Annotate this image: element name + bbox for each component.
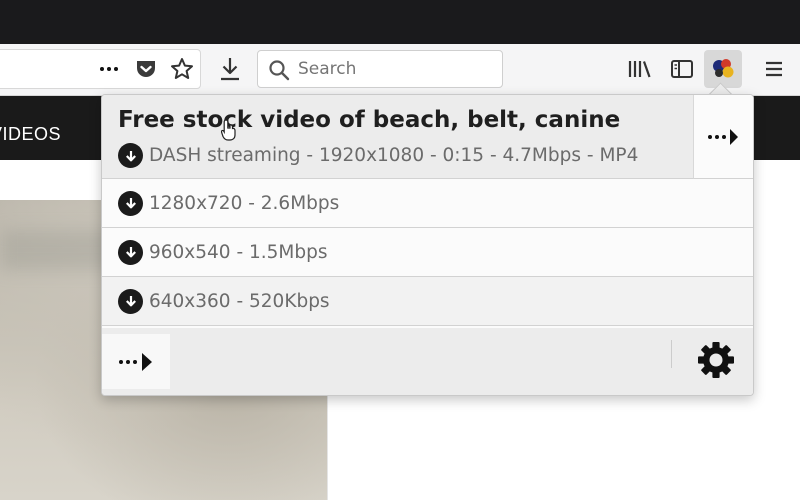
variant-label: 960x540 - 1.5Mbps <box>149 241 328 263</box>
library-icon[interactable] <box>626 56 654 82</box>
settings-gear-icon[interactable] <box>696 340 736 380</box>
footer-more-button[interactable] <box>102 334 170 389</box>
variant-label: 640x360 - 520Kbps <box>149 290 330 312</box>
hamburger-menu-icon[interactable] <box>760 56 788 82</box>
variant-row[interactable]: 960x540 - 1.5Mbps <box>102 228 753 277</box>
popup-footer <box>102 328 753 395</box>
search-input[interactable] <box>298 51 488 87</box>
video-title: Free stock video of beach, belt, canine <box>118 107 621 133</box>
play-arrow-icon <box>730 128 738 145</box>
sidebar-icon[interactable] <box>668 56 696 82</box>
download-circle-icon <box>118 143 143 168</box>
download-circle-icon <box>118 239 143 265</box>
pocket-icon[interactable] <box>134 56 158 82</box>
variant-label: 1280x720 - 2.6Mbps <box>149 192 340 214</box>
variant-row[interactable]: 640x360 - 520Kbps <box>102 277 753 326</box>
more-options-button[interactable] <box>693 95 753 179</box>
main-variant-row[interactable]: Free stock video of beach, belt, canine … <box>102 95 693 179</box>
browser-title-bar <box>0 0 800 44</box>
variant-row[interactable]: 1280x720 - 2.6Mbps <box>102 179 753 228</box>
search-box[interactable] <box>257 50 503 88</box>
download-circle-icon <box>118 288 143 314</box>
browser-toolbar <box>0 44 800 96</box>
download-circle-icon <box>118 190 143 216</box>
bookmark-star-icon[interactable] <box>169 55 195 83</box>
more-dots-icon <box>708 134 726 139</box>
footer-divider <box>671 340 672 368</box>
main-variant-label: DASH streaming - 1920x1080 - 0:15 - 4.7M… <box>149 145 639 166</box>
search-icon <box>269 60 290 81</box>
downloads-icon[interactable] <box>216 55 244 83</box>
hand-cursor-icon <box>221 119 236 141</box>
download-popup: Free stock video of beach, belt, canine … <box>101 94 754 396</box>
video-downloadhelper-icon <box>713 59 734 78</box>
nav-link-videos[interactable]: VIDEOS <box>0 124 61 145</box>
more-dots-icon <box>119 359 137 364</box>
page-actions-icon[interactable] <box>96 58 122 80</box>
play-arrow-icon <box>142 352 152 371</box>
video-downloadhelper-button[interactable] <box>704 50 742 88</box>
